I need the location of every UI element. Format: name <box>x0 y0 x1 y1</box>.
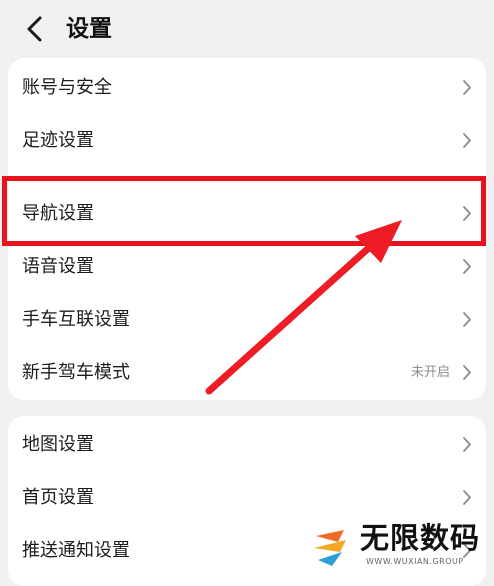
settings-item-car-connect[interactable]: 手车互联设置 <box>8 293 486 346</box>
settings-item-homepage[interactable]: 首页设置 <box>8 471 486 524</box>
settings-item-label: 语音设置 <box>22 256 94 277</box>
status-value: 未开启 <box>410 365 450 380</box>
header-bar: 设置 <box>0 0 494 58</box>
back-arrow-icon[interactable] <box>22 14 48 44</box>
chevron-right-icon <box>463 365 471 380</box>
page-title: 设置 <box>66 16 112 42</box>
watermark-name: 无限数码 <box>360 521 481 555</box>
settings-item-account-security[interactable]: 账号与安全 <box>8 61 486 114</box>
settings-item-novice-driving[interactable]: 新手驾车模式 未开启 <box>8 346 486 399</box>
settings-item-label: 首页设置 <box>22 487 94 508</box>
settings-item-label: 手车互联设置 <box>22 309 130 330</box>
settings-item-label: 推送通知设置 <box>22 540 130 561</box>
settings-item-footprint[interactable]: 足迹设置 <box>8 114 486 167</box>
chevron-right-icon <box>463 133 471 148</box>
settings-item-label: 足迹设置 <box>22 130 94 151</box>
chevron-right-icon <box>463 490 471 505</box>
watermark-subtitle: WWW.WUXIAN.GROUP <box>366 557 464 566</box>
chevron-right-icon <box>463 312 471 327</box>
settings-item-label: 新手驾车模式 <box>22 362 130 383</box>
settings-item-label: 地图设置 <box>22 434 94 455</box>
settings-item-voice[interactable]: 语音设置 <box>8 240 486 293</box>
chevron-right-icon <box>463 437 471 452</box>
highlight-box <box>2 176 486 246</box>
watermark-logo-icon <box>314 530 346 566</box>
chevron-right-icon <box>463 259 471 274</box>
settings-item-label: 账号与安全 <box>22 77 112 98</box>
chevron-right-icon <box>463 80 471 95</box>
settings-item-map[interactable]: 地图设置 <box>8 418 486 471</box>
watermark: 无限数码 WWW.WUXIAN.GROUP <box>300 518 494 571</box>
